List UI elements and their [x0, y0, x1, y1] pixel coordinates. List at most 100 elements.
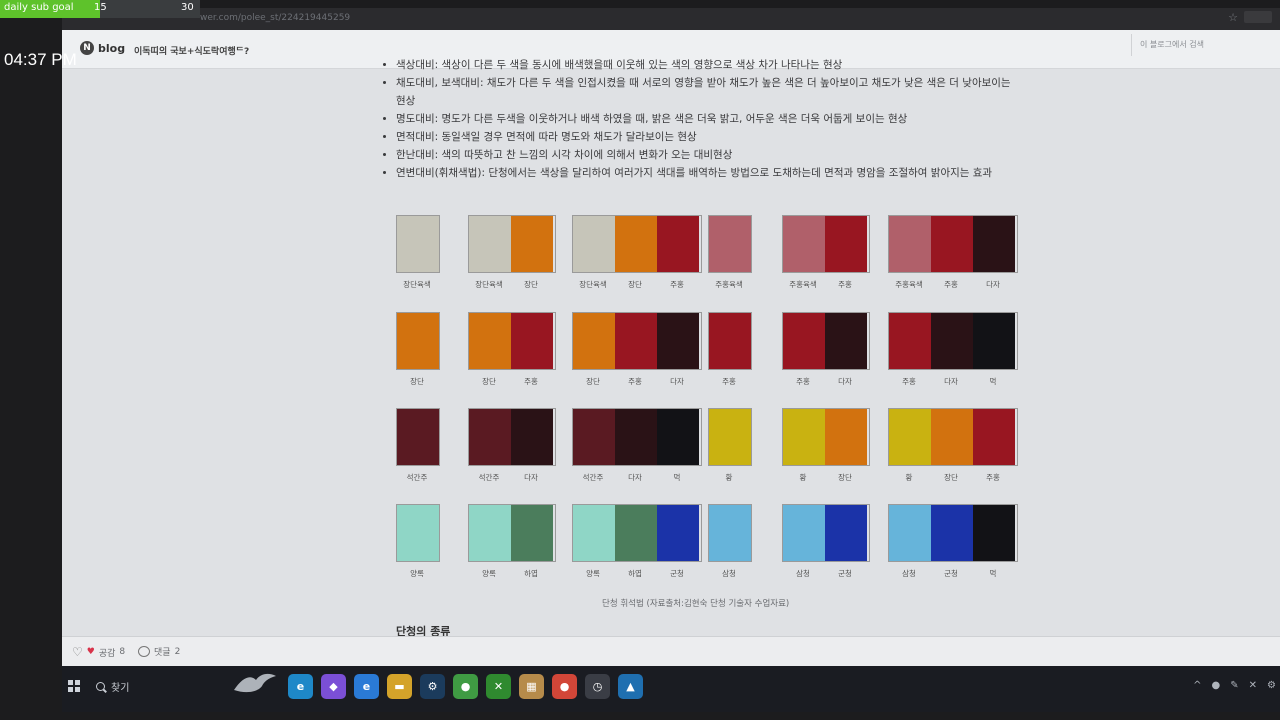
- like-label: 공감: [98, 648, 116, 659]
- swatch-label: 장단육색: [475, 280, 503, 289]
- heart-outline-icon: ♡: [72, 645, 83, 659]
- color-swatch: [889, 505, 931, 561]
- swatch-label: 하엽: [628, 569, 642, 578]
- swatch-group: 석간주: [396, 408, 440, 483]
- contrast-definition-item: 색상대비: 색상이 다른 두 색을 동시에 배색했을때 이웃해 있는 색의 영향…: [396, 56, 1022, 74]
- contrast-definition-list: 색상대비: 색상이 다른 두 색을 동시에 배색했을때 이웃해 있는 색의 영향…: [382, 56, 1022, 182]
- swatch-label: 먹: [989, 377, 997, 386]
- comment-count: 2: [174, 646, 181, 657]
- close-icon[interactable]: ✕: [1249, 680, 1257, 691]
- color-swatch: [709, 216, 751, 272]
- swatch-group: 장단육색 장단: [468, 215, 556, 290]
- settings-icon[interactable]: ⚙: [1267, 680, 1276, 691]
- browser-address-bar[interactable]: wer.com/polee_st/224219445259 ☆: [62, 8, 1280, 30]
- swatch-strip: [708, 312, 752, 370]
- microphone-icon[interactable]: ●: [1212, 680, 1221, 691]
- swatch-label: 주홍: [722, 377, 736, 386]
- swatch-strip: [888, 408, 1018, 466]
- chrome-icon[interactable]: ●: [453, 674, 478, 699]
- blog-logo[interactable]: N blog: [80, 41, 125, 55]
- swatch-group: 주홍육색 주홍 다자: [888, 215, 1018, 290]
- photos-icon[interactable]: ▲: [618, 674, 643, 699]
- file-explorer-icon[interactable]: ▬: [387, 674, 412, 699]
- swatch-labels: 양록 하엽 군청: [572, 568, 702, 579]
- swatch-labels: 주홍 다자: [782, 376, 870, 387]
- color-swatch: [657, 313, 699, 369]
- swatch-label: 다자: [670, 377, 684, 386]
- xbox-icon[interactable]: ✕: [486, 674, 511, 699]
- swatch-group: 석간주 다자 먹: [572, 408, 702, 483]
- swatch-label: 다자: [524, 473, 538, 482]
- swatch-label: 주홍육색: [715, 280, 743, 289]
- color-swatch: [615, 216, 657, 272]
- swatch-label: 군청: [838, 569, 852, 578]
- swatch-strip: [888, 312, 1018, 370]
- clock-app-icon[interactable]: ◷: [585, 674, 610, 699]
- swatch-label: 다자: [838, 377, 852, 386]
- color-swatch: [397, 409, 439, 465]
- color-swatch: [397, 313, 439, 369]
- swatch-strip: [396, 408, 440, 466]
- windows-start-icon[interactable]: [68, 680, 80, 692]
- sub-goal-max: 30: [181, 2, 194, 13]
- color-swatch: [825, 216, 867, 272]
- swatch-group: 장단육색: [396, 215, 440, 290]
- profile-icon[interactable]: [1244, 11, 1272, 23]
- url-text[interactable]: wer.com/polee_st/224219445259: [200, 13, 350, 23]
- swatch-labels: 장단 주홍 다자: [572, 376, 702, 387]
- steam-icon[interactable]: ⚙: [420, 674, 445, 699]
- swatch-label: 주홍: [796, 377, 810, 386]
- color-swatch: [615, 313, 657, 369]
- color-swatch: [397, 505, 439, 561]
- color-swatch: [889, 216, 931, 272]
- swatch-labels: 주홍육색 주홍 다자: [888, 279, 1018, 290]
- copilot-icon[interactable]: ◆: [321, 674, 346, 699]
- swatch-label: 양록: [586, 569, 600, 578]
- figure-caption: 단청 휘석법 (자료출처:김현숙 단청 기술자 수업자료): [602, 599, 790, 609]
- bird-widget-icon[interactable]: [232, 670, 278, 698]
- swatch-strip: [708, 408, 752, 466]
- color-swatch: [573, 505, 615, 561]
- color-swatch: [931, 409, 973, 465]
- swatch-strip: [572, 215, 702, 273]
- chevron-up-icon[interactable]: ^: [1193, 680, 1201, 691]
- comment-bubble-icon: [138, 646, 150, 657]
- color-swatch: [511, 216, 553, 272]
- swatch-labels: 삼청 군청 먹: [888, 568, 1018, 579]
- edge-icon[interactable]: e: [288, 674, 313, 699]
- bookmark-star-icon[interactable]: ☆: [1228, 11, 1238, 24]
- swatch-label: 장단: [410, 377, 424, 386]
- swatch-strip: [468, 408, 556, 466]
- blog-title[interactable]: 이독띠의 국보+식도락여행ᄃ?: [134, 44, 249, 57]
- blog-search-input[interactable]: 이 블로그에서 검색: [1131, 34, 1250, 56]
- swatch-labels: 양록: [396, 568, 440, 579]
- naver-logo-icon: N: [80, 41, 94, 55]
- swatch-label: 먹: [673, 473, 681, 482]
- swatch-label: 장단육색: [579, 280, 607, 289]
- swatch-labels: 황 장단: [782, 472, 870, 483]
- comment-button[interactable]: 댓글 2: [138, 645, 180, 658]
- color-swatch: [573, 409, 615, 465]
- swatch-label: 삼청: [796, 569, 810, 578]
- color-swatch: [469, 313, 511, 369]
- swatch-labels: 장단육색 장단: [468, 279, 556, 290]
- swatch-strip: [572, 408, 702, 466]
- swatch-labels: 장단육색 장단 주홍: [572, 279, 702, 290]
- pen-icon[interactable]: ✎: [1230, 680, 1238, 691]
- swatch-strip: [782, 408, 870, 466]
- swatch-group: 삼청 군청: [782, 504, 870, 579]
- swatch-strip: [708, 215, 752, 273]
- color-swatch: [511, 505, 553, 561]
- swatch-label: 주홍: [670, 280, 684, 289]
- swatch-label: 군청: [944, 569, 958, 578]
- contrast-definition-item: 채도대비, 보색대비: 채도가 다른 두 색을 인접시켰을 때 서로의 영향을 …: [396, 74, 1022, 110]
- like-button[interactable]: ♡ ♥ 공감 8: [72, 645, 125, 659]
- storage-icon[interactable]: ▦: [519, 674, 544, 699]
- taskbar-apps: e ◆ e ▬ ⚙ ● ✕ ▦ ● ◷ ▲: [288, 674, 643, 699]
- swatch-group: 주홍 다자: [782, 312, 870, 387]
- ie-icon[interactable]: e: [354, 674, 379, 699]
- swatch-grid: 장단육색 장단육색 장단 장단육색 장단 주홍 주홍육색 주홍육색 주홍 주홍육색 주홍 다자 장단 장단…: [396, 215, 1018, 600]
- chrome-active-icon[interactable]: ●: [552, 674, 577, 699]
- color-swatch: [709, 409, 751, 465]
- swatch-group: 황 장단 주홍: [888, 408, 1018, 483]
